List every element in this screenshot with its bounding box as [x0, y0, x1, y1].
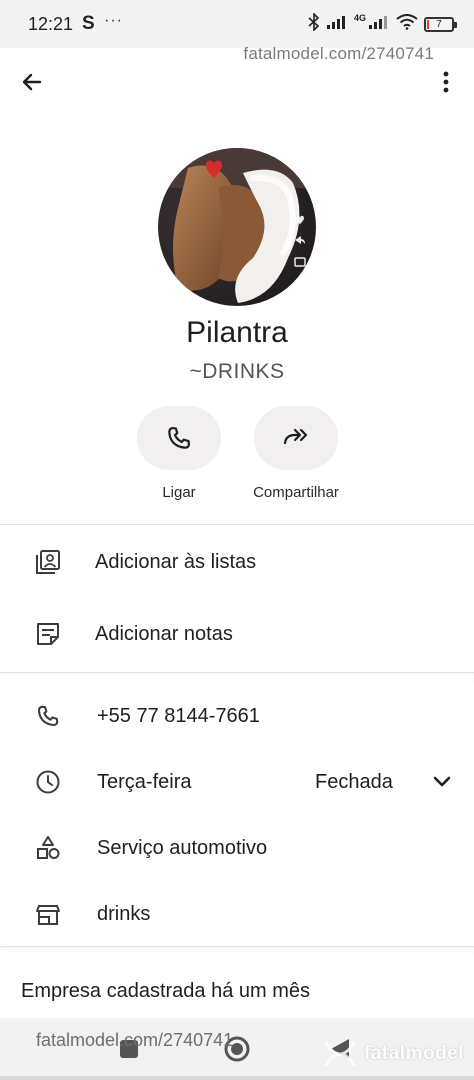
share-action[interactable]: Compartilhar [226, 406, 366, 501]
back-button[interactable] [16, 66, 48, 98]
category-icon [34, 834, 62, 862]
divider [0, 524, 474, 525]
clock-icon [34, 768, 62, 796]
section-divider [0, 946, 474, 956]
phone-icon [168, 426, 191, 449]
hours-row[interactable]: Terça-feira Fechada [0, 752, 474, 812]
call-button[interactable] [137, 406, 221, 470]
add-notes-label: Adicionar notas [95, 622, 233, 645]
hours-day: Terça-feira [97, 770, 192, 793]
more-notifications-icon: ··· [104, 12, 123, 29]
profile-photo[interactable] [158, 148, 316, 306]
category-row[interactable]: Serviço automotivo [0, 818, 474, 878]
phone-number: +55 77 8144-7661 [97, 704, 260, 727]
share-icon [283, 428, 308, 445]
brand-text: fatalmodel [364, 1043, 465, 1064]
battery-level-fill [427, 19, 429, 29]
store-name: drinks [97, 902, 151, 925]
note-icon [34, 620, 62, 648]
share-label: Compartilhar [253, 484, 339, 501]
add-to-lists-row[interactable]: Adicionar às listas [0, 532, 474, 592]
phone-icon [34, 702, 62, 730]
app-bar [0, 48, 474, 118]
hours-status: Fechada [315, 770, 393, 793]
gesture-strip [0, 1076, 474, 1080]
fatalmodel-logo-icon [324, 1041, 356, 1067]
status-bar: 12:21 S ··· 4G 7 [0, 0, 474, 48]
bluetooth-icon [308, 11, 320, 36]
add-notes-row[interactable]: Adicionar notas [0, 604, 474, 664]
phone-row[interactable]: +55 77 8144-7661 [0, 686, 474, 746]
signal-icon-1 [326, 14, 348, 35]
network-type: 4G [353, 13, 366, 23]
status-icons: 4G 7 [308, 11, 457, 36]
category-label: Serviço automotivo [97, 836, 268, 859]
add-to-lists-label: Adicionar às listas [95, 550, 257, 573]
contact-list-icon [34, 548, 62, 576]
profile-subtitle: ~DRINKS [189, 360, 285, 383]
battery-icon: 7 [424, 16, 457, 32]
signal-icon-2 [368, 14, 390, 35]
more-vert-icon [443, 71, 449, 93]
section-divider [0, 672, 474, 682]
arrow-left-icon [22, 73, 42, 91]
watermark-bottom: fatalmodel.com/2740741 [36, 1030, 234, 1050]
status-time: 12:21 [28, 14, 74, 34]
chevron-down-icon[interactable] [430, 770, 454, 794]
battery-level: 7 [436, 18, 442, 30]
store-row[interactable]: drinks [0, 884, 474, 944]
brand-watermark: fatalmodel [322, 1036, 472, 1072]
more-options-button[interactable] [434, 66, 458, 98]
share-button[interactable] [254, 406, 338, 470]
storefront-icon [34, 900, 62, 928]
wifi-icon [396, 13, 418, 35]
app-badge: S [82, 13, 95, 34]
profile-name: Pilantra [186, 316, 288, 349]
registration-info: Empresa cadastrada há um mês [21, 980, 311, 1002]
